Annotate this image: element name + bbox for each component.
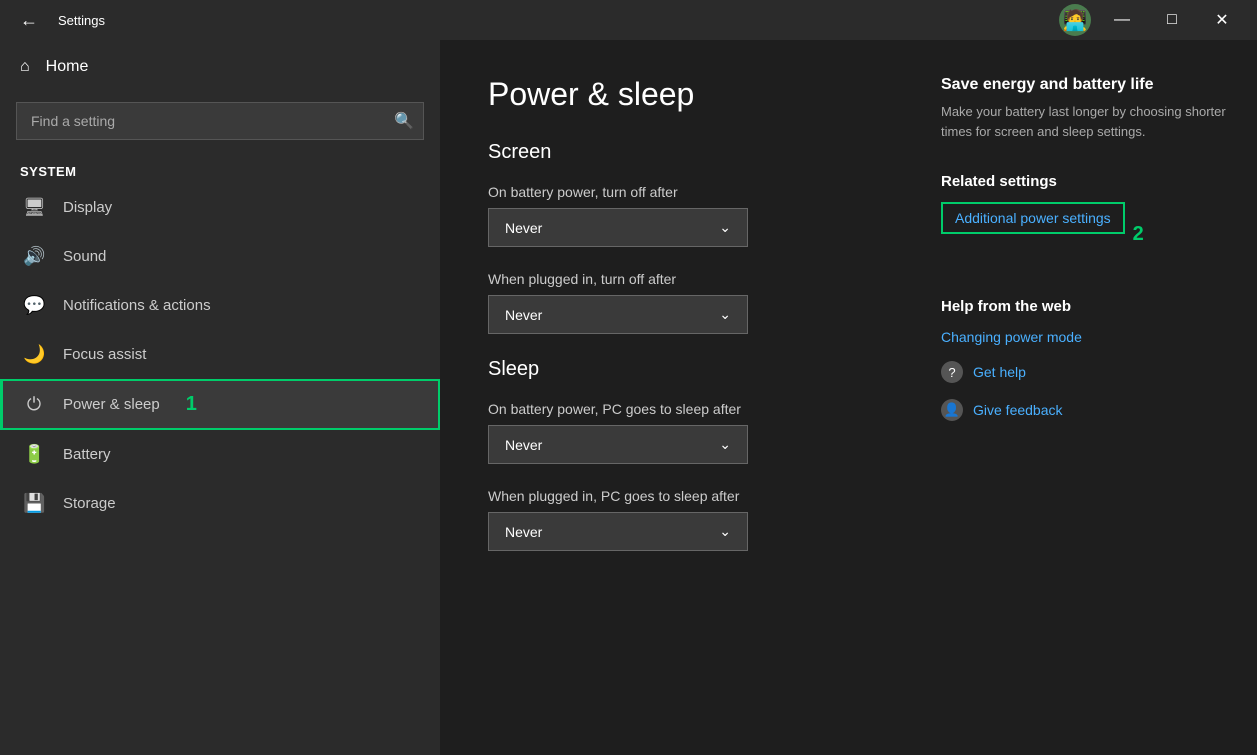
chevron-down-icon: ⌄ [719, 523, 731, 540]
search-button[interactable]: 🔍 [394, 111, 414, 131]
give-feedback-icon: 👤 [941, 399, 963, 421]
focus-assist-icon: 🌙 [23, 344, 45, 365]
close-button[interactable]: ✕ [1199, 0, 1245, 40]
avatar[interactable]: 🧑‍💻 [1059, 4, 1091, 36]
help-from-web-title: Help from the web [941, 298, 1233, 315]
sidebar-item-label: Power & sleep [63, 396, 160, 413]
page-title: Power & sleep [488, 76, 869, 113]
save-energy-title: Save energy and battery life [941, 76, 1233, 94]
sidebar-item-battery[interactable]: 🔋 Battery [0, 430, 440, 479]
title-bar: ← Settings 🧑‍💻 — □ ✕ [0, 0, 1257, 40]
help-from-web-block: Help from the web Changing power mode ? … [941, 298, 1233, 421]
app-body: ⌂ Home 🔍 System 🖥 Display 🔊 Sound 💬 Noti… [0, 40, 1257, 755]
sidebar-item-notifications[interactable]: 💬 Notifications & actions [0, 281, 440, 330]
related-settings-block: Related settings Additional power settin… [941, 173, 1233, 266]
screen-plugged-label: When plugged in, turn off after [488, 271, 869, 287]
window-controls: — □ ✕ [1099, 0, 1245, 40]
changing-power-mode-label: Changing power mode [941, 329, 1082, 345]
maximize-button[interactable]: □ [1149, 0, 1195, 40]
sleep-battery-label: On battery power, PC goes to sleep after [488, 401, 869, 417]
save-energy-desc: Make your battery last longer by choosin… [941, 102, 1233, 141]
screen-battery-label: On battery power, turn off after [488, 184, 869, 200]
sidebar-item-storage[interactable]: 💾 Storage [0, 479, 440, 528]
sound-icon: 🔊 [23, 246, 45, 267]
sidebar-section-label: System [0, 156, 440, 183]
power-sleep-annotation: 1 [186, 393, 197, 416]
back-button[interactable]: ← [12, 6, 46, 35]
sleep-plugged-label: When plugged in, PC goes to sleep after [488, 488, 869, 504]
minimize-button[interactable]: — [1099, 0, 1145, 40]
save-energy-block: Save energy and battery life Make your b… [941, 76, 1233, 141]
changing-power-mode-link[interactable]: Changing power mode [941, 329, 1233, 345]
sidebar-home-label: Home [46, 58, 89, 76]
search-input[interactable] [16, 102, 424, 140]
chevron-down-icon: ⌄ [719, 219, 731, 236]
title-bar-left: ← Settings [12, 6, 105, 35]
sidebar-item-focus-assist[interactable]: 🌙 Focus assist [0, 330, 440, 379]
chevron-down-icon: ⌄ [719, 306, 731, 323]
give-feedback-label: Give feedback [973, 402, 1063, 418]
sleep-plugged-value: Never [505, 524, 542, 540]
screen-battery-dropdown[interactable]: Never ⌄ [488, 208, 748, 247]
storage-icon: 💾 [23, 493, 45, 514]
sidebar-item-label: Notifications & actions [63, 297, 211, 314]
display-icon: 🖥 [23, 197, 45, 218]
additional-power-link[interactable]: Additional power settings [941, 202, 1125, 234]
get-help-icon: ? [941, 361, 963, 383]
sidebar-item-home[interactable]: ⌂ Home [0, 40, 440, 94]
sleep-section-title: Sleep [488, 358, 869, 381]
main-panel: Power & sleep Screen On battery power, t… [440, 40, 917, 755]
sidebar-item-power-sleep[interactable]: ⏻ Power & sleep 1 [0, 379, 440, 430]
get-help-link[interactable]: ? Get help [941, 361, 1233, 383]
content-area: Power & sleep Screen On battery power, t… [440, 40, 1257, 755]
screen-plugged-dropdown[interactable]: Never ⌄ [488, 295, 748, 334]
right-panel: Save energy and battery life Make your b… [917, 40, 1257, 755]
home-icon: ⌂ [20, 58, 30, 76]
screen-section-title: Screen [488, 141, 869, 164]
chevron-down-icon: ⌄ [719, 436, 731, 453]
sidebar-item-label: Sound [63, 248, 106, 265]
sidebar-item-label: Display [63, 199, 112, 216]
battery-icon: 🔋 [23, 444, 45, 465]
sleep-plugged-dropdown[interactable]: Never ⌄ [488, 512, 748, 551]
sidebar-item-display[interactable]: 🖥 Display [0, 183, 440, 232]
notifications-icon: 💬 [23, 295, 45, 316]
sleep-section: Sleep On battery power, PC goes to sleep… [488, 358, 869, 551]
power-icon: ⏻ [23, 394, 45, 415]
sidebar-item-sound[interactable]: 🔊 Sound [0, 232, 440, 281]
additional-power-annotation: 2 [1133, 223, 1144, 246]
screen-plugged-value: Never [505, 307, 542, 323]
sleep-battery-value: Never [505, 437, 542, 453]
sidebar-item-label: Storage [63, 495, 116, 512]
sidebar-item-label: Battery [63, 446, 111, 463]
window-title: Settings [58, 13, 105, 28]
related-settings-title: Related settings [941, 173, 1233, 190]
give-feedback-link[interactable]: 👤 Give feedback [941, 399, 1233, 421]
sleep-battery-dropdown[interactable]: Never ⌄ [488, 425, 748, 464]
sidebar: ⌂ Home 🔍 System 🖥 Display 🔊 Sound 💬 Noti… [0, 40, 440, 755]
screen-section: Screen On battery power, turn off after … [488, 141, 869, 334]
sidebar-item-label: Focus assist [63, 346, 146, 363]
get-help-label: Get help [973, 364, 1026, 380]
screen-battery-value: Never [505, 220, 542, 236]
search-box: 🔍 [16, 102, 424, 140]
